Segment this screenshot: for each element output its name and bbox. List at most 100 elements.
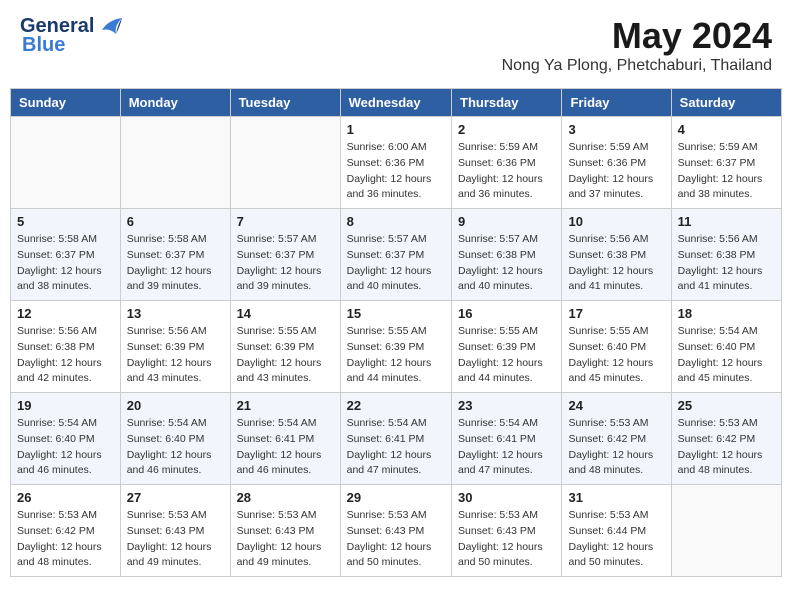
day-info: Sunrise: 5:53 AMSunset: 6:42 PMDaylight:… xyxy=(678,416,775,479)
calendar-header-row: SundayMondayTuesdayWednesdayThursdayFrid… xyxy=(11,89,782,117)
day-number: 13 xyxy=(127,306,224,321)
weekday-header-wednesday: Wednesday xyxy=(340,89,451,117)
calendar-cell: 19Sunrise: 5:54 AMSunset: 6:40 PMDayligh… xyxy=(11,393,121,485)
day-info: Sunrise: 5:57 AMSunset: 6:37 PMDaylight:… xyxy=(347,232,445,295)
calendar-cell: 31 Sunrise: 5:53 AMSunset: 6:44 PMDayligh… xyxy=(562,485,671,577)
month-title: May 2024 xyxy=(502,15,772,57)
calendar-cell: 12 Sunrise: 5:56 AMSunset: 6:38 PMDayligh… xyxy=(11,301,121,393)
day-info: Sunrise: 5:54 AMSunset: 6:40 PMDaylight:… xyxy=(127,416,224,479)
day-number: 18 xyxy=(678,306,775,321)
day-number: 14 xyxy=(237,306,334,321)
day-number: 11 xyxy=(678,214,775,229)
location-title: Nong Ya Plong, Phetchaburi, Thailand xyxy=(502,57,772,75)
calendar-cell: 17 Sunrise: 5:55 AMSunset: 6:40 PMDayligh… xyxy=(562,301,671,393)
day-number: 24 xyxy=(568,398,664,413)
page-header: General Blue May 2024 Nong Ya Plong, Phe… xyxy=(10,10,782,80)
day-info: Sunrise: 5:55 AMSunset: 6:39 PMDaylight:… xyxy=(347,324,445,387)
calendar-cell: 29 Sunrise: 5:53 AMSunset: 6:43 PMDayligh… xyxy=(340,485,451,577)
day-info: Sunrise: 5:57 AMSunset: 6:38 PMDaylight:… xyxy=(458,232,555,295)
day-info: Sunrise: 5:59 AMSunset: 6:36 PMDaylight:… xyxy=(458,140,555,203)
day-info: Sunrise: 5:55 AMSunset: 6:39 PMDaylight:… xyxy=(458,324,555,387)
weekday-header-friday: Friday xyxy=(562,89,671,117)
day-info: Sunrise: 5:56 AMSunset: 6:38 PMDaylight:… xyxy=(678,232,775,295)
calendar-week-row: 26 Sunrise: 5:53 AMSunset: 6:42 PMDayligh… xyxy=(11,485,782,577)
calendar-cell: 3 Sunrise: 5:59 AMSunset: 6:36 PMDaylight… xyxy=(562,117,671,209)
day-info: Sunrise: 5:53 AMSunset: 6:44 PMDaylight:… xyxy=(568,508,664,571)
calendar-cell xyxy=(120,117,230,209)
day-number: 25 xyxy=(678,398,775,413)
calendar-cell: 22Sunrise: 5:54 AMSunset: 6:41 PMDayligh… xyxy=(340,393,451,485)
calendar-cell: 10 Sunrise: 5:56 AMSunset: 6:38 PMDayligh… xyxy=(562,209,671,301)
day-info: Sunrise: 5:53 AMSunset: 6:42 PMDaylight:… xyxy=(17,508,114,571)
day-number: 7 xyxy=(237,214,334,229)
day-number: 20 xyxy=(127,398,224,413)
calendar-week-row: 19 Sunrise: 5:54 AMSunset: 6:40 PMDayligh… xyxy=(11,393,782,485)
weekday-header-monday: Monday xyxy=(120,89,230,117)
calendar-week-row: 12 Sunrise: 5:56 AMSunset: 6:38 PMDayligh… xyxy=(11,301,782,393)
day-info: Sunrise: 5:54 AMSunset: 6:41 PMDaylight:… xyxy=(237,416,334,479)
calendar-cell: 27 Sunrise: 5:53 AMSunset: 6:43 PMDayligh… xyxy=(120,485,230,577)
day-info: Sunrise: 5:53 AMSunset: 6:43 PMDaylight:… xyxy=(127,508,224,571)
day-number: 22 xyxy=(347,398,445,413)
calendar-week-row: 5 Sunrise: 5:58 AMSunset: 6:37 PMDaylight… xyxy=(11,209,782,301)
day-number: 8 xyxy=(347,214,445,229)
day-info: Sunrise: 5:58 AMSunset: 6:37 PMDaylight:… xyxy=(17,232,114,295)
day-info: Sunrise: 5:54 AMSunset: 6:41 PMDaylight:… xyxy=(458,416,555,479)
calendar-cell: 16 Sunrise: 5:55 AMSunset: 6:39 PMDayligh… xyxy=(452,301,562,393)
day-number: 10 xyxy=(568,214,664,229)
day-number: 26 xyxy=(17,490,114,505)
day-info: Sunrise: 5:53 AMSunset: 6:43 PMDaylight:… xyxy=(237,508,334,571)
calendar-cell: 6Sunrise: 5:58 AMSunset: 6:37 PMDaylight… xyxy=(120,209,230,301)
calendar-cell: 14 Sunrise: 5:55 AMSunset: 6:39 PMDayligh… xyxy=(230,301,340,393)
day-info: Sunrise: 5:57 AMSunset: 6:37 PMDaylight:… xyxy=(237,232,334,295)
logo-bird-icon xyxy=(94,16,126,38)
calendar-cell xyxy=(11,117,121,209)
calendar-cell: 23Sunrise: 5:54 AMSunset: 6:41 PMDayligh… xyxy=(452,393,562,485)
calendar-cell: 4 Sunrise: 5:59 AMSunset: 6:37 PMDaylight… xyxy=(671,117,781,209)
day-number: 19 xyxy=(17,398,114,413)
calendar-cell: 24 Sunrise: 5:53 AMSunset: 6:42 PMDayligh… xyxy=(562,393,671,485)
day-number: 16 xyxy=(458,306,555,321)
day-info: Sunrise: 5:55 AMSunset: 6:40 PMDaylight:… xyxy=(568,324,664,387)
calendar-cell: 25 Sunrise: 5:53 AMSunset: 6:42 PMDayligh… xyxy=(671,393,781,485)
day-info: Sunrise: 5:56 AMSunset: 6:39 PMDaylight:… xyxy=(127,324,224,387)
calendar-cell: 9 Sunrise: 5:57 AMSunset: 6:38 PMDaylight… xyxy=(452,209,562,301)
title-section: May 2024 Nong Ya Plong, Phetchaburi, Tha… xyxy=(502,15,772,75)
day-number: 28 xyxy=(237,490,334,505)
calendar-cell: 18Sunrise: 5:54 AMSunset: 6:40 PMDayligh… xyxy=(671,301,781,393)
calendar-cell: 2Sunrise: 5:59 AMSunset: 6:36 PMDaylight… xyxy=(452,117,562,209)
day-number: 27 xyxy=(127,490,224,505)
weekday-header-sunday: Sunday xyxy=(11,89,121,117)
calendar-cell: 15Sunrise: 5:55 AMSunset: 6:39 PMDayligh… xyxy=(340,301,451,393)
day-number: 30 xyxy=(458,490,555,505)
calendar-cell: 8 Sunrise: 5:57 AMSunset: 6:37 PMDaylight… xyxy=(340,209,451,301)
day-number: 4 xyxy=(678,122,775,137)
day-number: 3 xyxy=(568,122,664,137)
calendar-cell: 26 Sunrise: 5:53 AMSunset: 6:42 PMDayligh… xyxy=(11,485,121,577)
day-number: 29 xyxy=(347,490,445,505)
calendar-week-row: 1Sunrise: 6:00 AMSunset: 6:36 PMDaylight… xyxy=(11,117,782,209)
logo-blue: Blue xyxy=(22,34,65,57)
day-number: 12 xyxy=(17,306,114,321)
day-info: Sunrise: 5:53 AMSunset: 6:43 PMDaylight:… xyxy=(458,508,555,571)
calendar-cell: 5 Sunrise: 5:58 AMSunset: 6:37 PMDaylight… xyxy=(11,209,121,301)
weekday-header-saturday: Saturday xyxy=(671,89,781,117)
logo: General Blue xyxy=(20,15,126,57)
day-number: 5 xyxy=(17,214,114,229)
day-info: Sunrise: 5:59 AMSunset: 6:36 PMDaylight:… xyxy=(568,140,664,203)
day-info: Sunrise: 5:53 AMSunset: 6:42 PMDaylight:… xyxy=(568,416,664,479)
day-info: Sunrise: 5:59 AMSunset: 6:37 PMDaylight:… xyxy=(678,140,775,203)
calendar-cell: 11 Sunrise: 5:56 AMSunset: 6:38 PMDayligh… xyxy=(671,209,781,301)
day-info: Sunrise: 5:56 AMSunset: 6:38 PMDaylight:… xyxy=(568,232,664,295)
day-info: Sunrise: 5:55 AMSunset: 6:39 PMDaylight:… xyxy=(237,324,334,387)
day-number: 31 xyxy=(568,490,664,505)
day-info: Sunrise: 5:53 AMSunset: 6:43 PMDaylight:… xyxy=(347,508,445,571)
calendar-cell xyxy=(230,117,340,209)
day-info: Sunrise: 5:56 AMSunset: 6:38 PMDaylight:… xyxy=(17,324,114,387)
weekday-header-thursday: Thursday xyxy=(452,89,562,117)
day-number: 1 xyxy=(347,122,445,137)
weekday-header-tuesday: Tuesday xyxy=(230,89,340,117)
day-number: 17 xyxy=(568,306,664,321)
day-number: 6 xyxy=(127,214,224,229)
day-number: 9 xyxy=(458,214,555,229)
